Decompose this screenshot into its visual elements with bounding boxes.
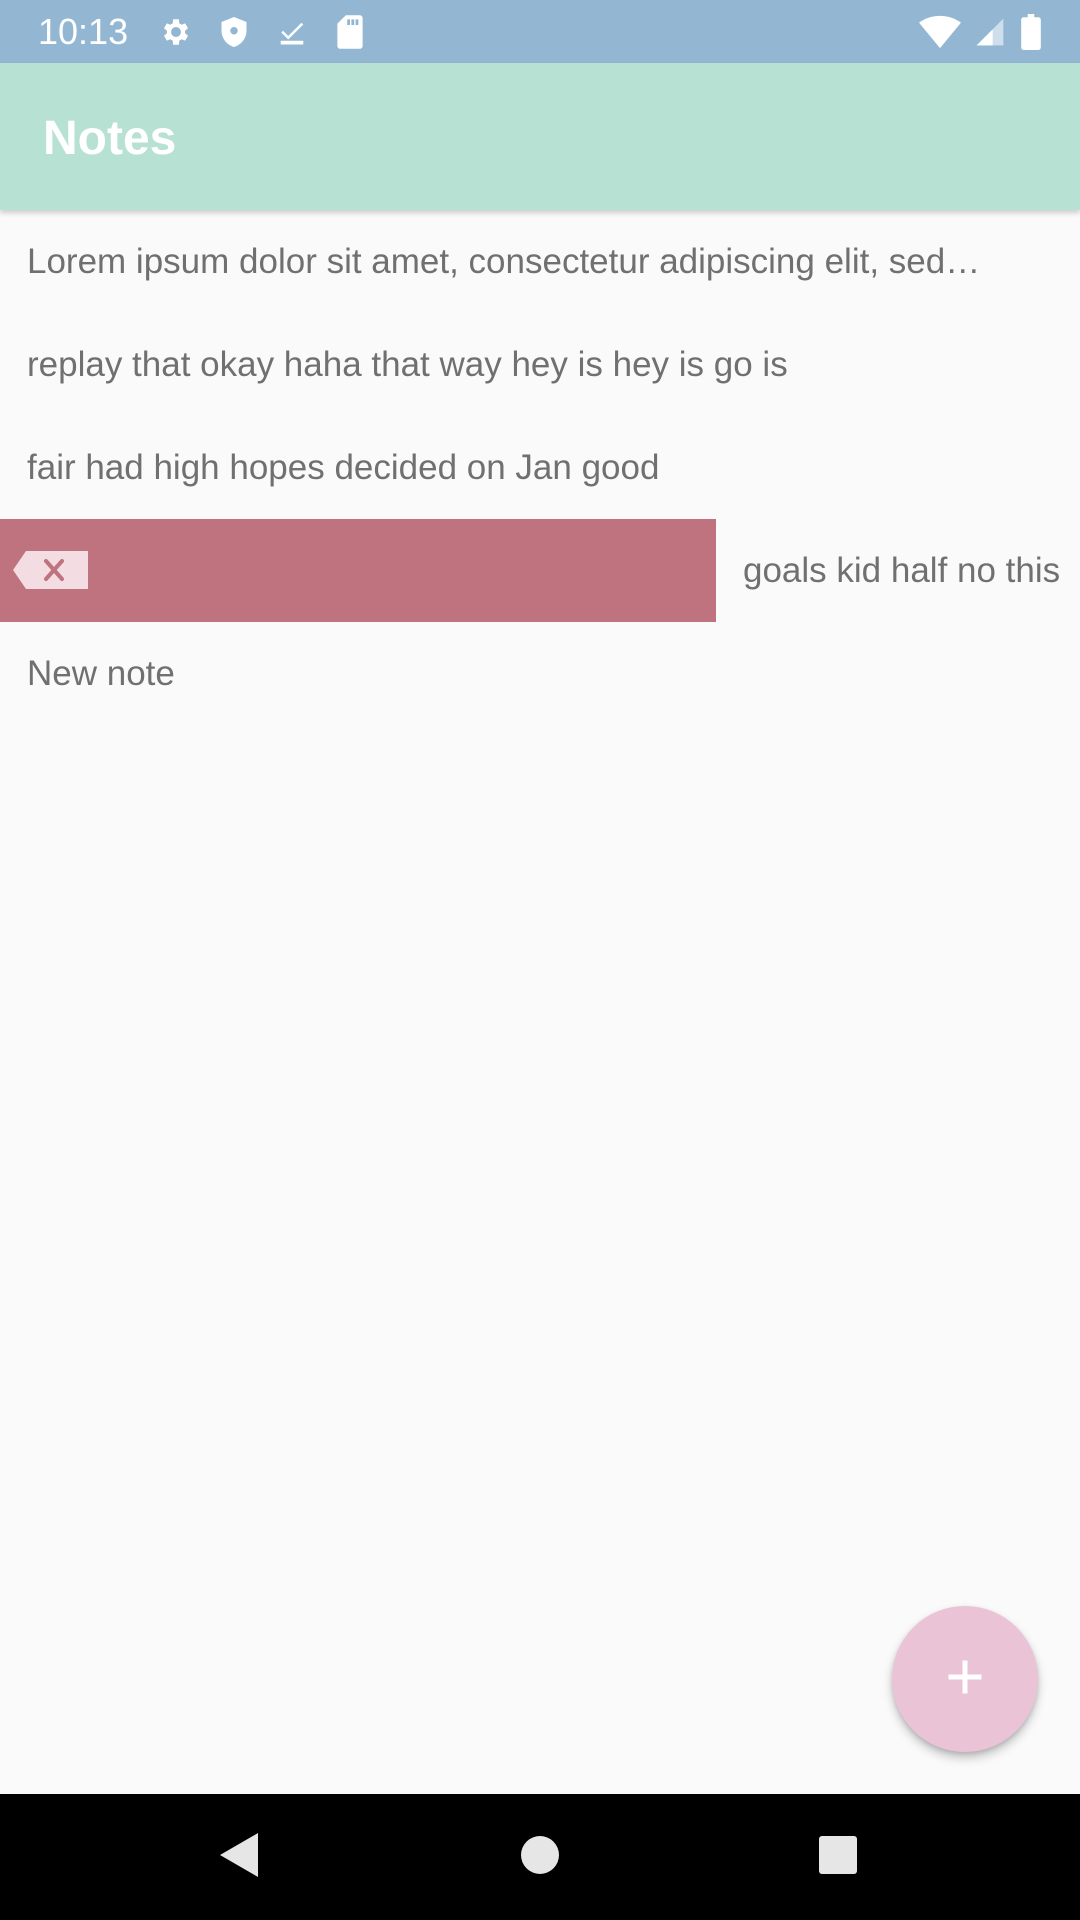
shield-icon xyxy=(216,14,252,50)
recents-button[interactable] xyxy=(810,1829,866,1885)
list-item-swiped[interactable]: goals kid half no this xyxy=(0,519,1080,622)
app-bar: Notes xyxy=(0,63,1080,210)
home-button[interactable] xyxy=(512,1829,568,1885)
notes-screen: 10:13 Notes Lorem ipsum dolor sit amet, … xyxy=(0,0,1080,1920)
swipe-delete-background xyxy=(0,519,716,622)
wifi-icon xyxy=(918,14,962,50)
list-item[interactable]: replay that okay haha that way hey is he… xyxy=(0,313,1080,416)
list-item[interactable]: Lorem ipsum dolor sit amet, consectetur … xyxy=(0,210,1080,313)
status-icons-right xyxy=(918,14,1044,50)
note-title: New note xyxy=(27,653,175,693)
plus-icon xyxy=(945,1657,985,1702)
status-icons-left xyxy=(158,14,368,50)
status-time: 10:13 xyxy=(38,11,129,52)
gear-icon xyxy=(158,14,194,50)
status-bar: 10:13 xyxy=(0,0,1080,63)
back-icon xyxy=(218,1831,262,1884)
home-icon xyxy=(520,1835,560,1880)
recents-icon xyxy=(818,1835,858,1880)
list-item[interactable]: fair had high hopes decided on Jan good xyxy=(0,416,1080,519)
list-item[interactable]: New note xyxy=(0,622,1080,725)
battery-icon xyxy=(1018,14,1044,50)
download-done-icon xyxy=(274,14,310,50)
back-button[interactable] xyxy=(212,1829,268,1885)
backspace-delete-icon[interactable] xyxy=(12,549,90,591)
sd-card-icon xyxy=(332,14,368,50)
note-title: Lorem ipsum dolor sit amet, consectetur … xyxy=(27,241,981,281)
cell-signal-icon xyxy=(972,14,1008,50)
note-title: goals kid half no this xyxy=(743,550,1061,590)
notes-list: Lorem ipsum dolor sit amet, consectetur … xyxy=(0,210,1080,725)
note-title: fair had high hopes decided on Jan good xyxy=(27,447,660,487)
navigation-bar xyxy=(0,1794,1080,1920)
add-note-button[interactable] xyxy=(892,1606,1038,1752)
note-title: replay that okay haha that way hey is he… xyxy=(27,344,788,384)
page-title: Notes xyxy=(43,112,177,165)
